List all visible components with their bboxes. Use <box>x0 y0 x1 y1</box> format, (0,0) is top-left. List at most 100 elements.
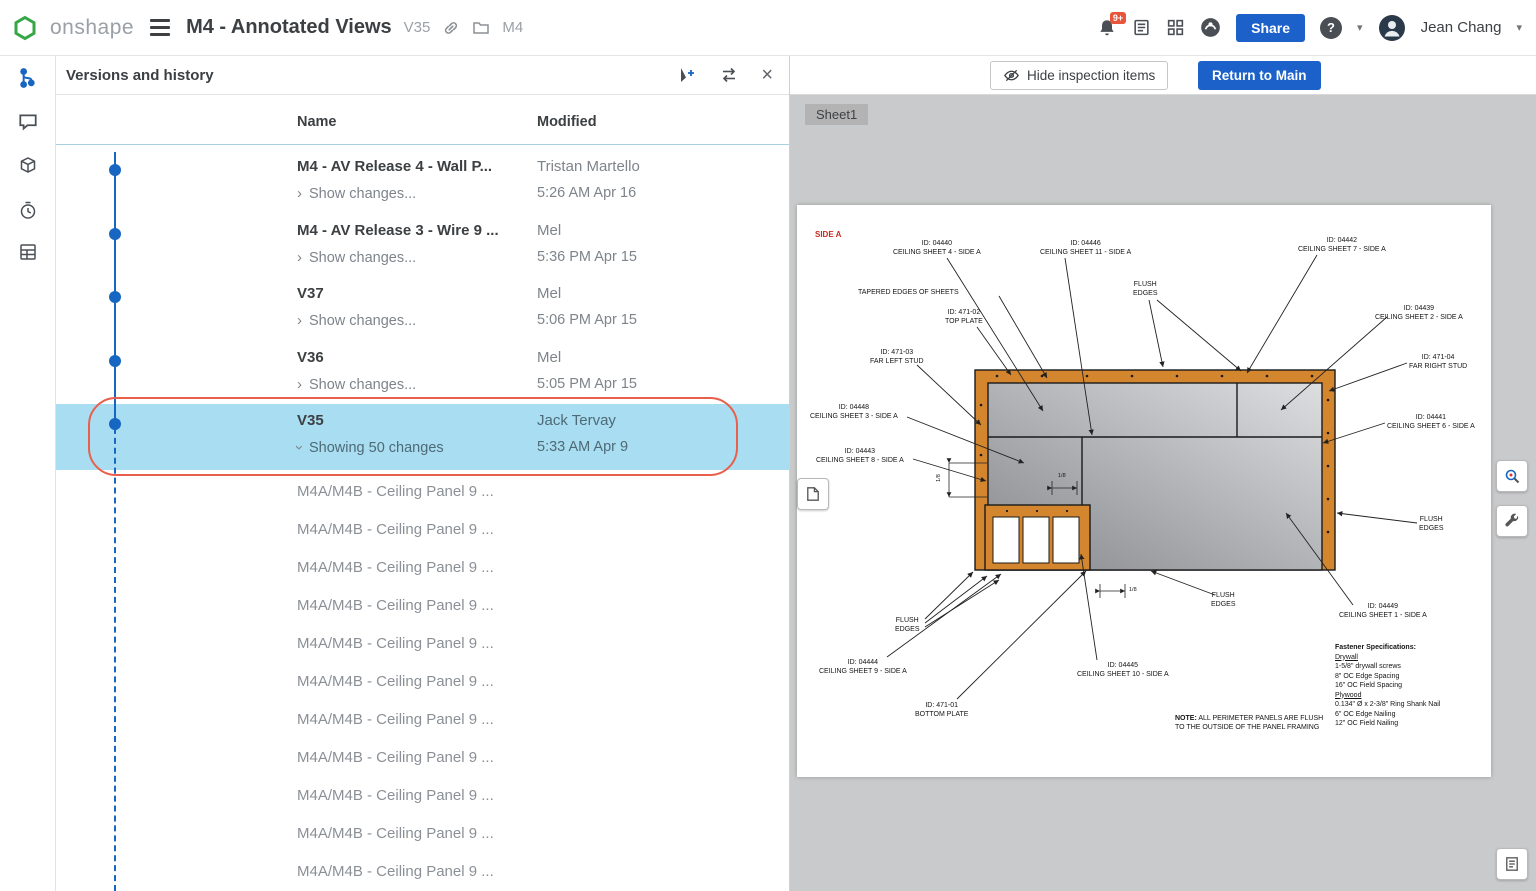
help-caret-icon[interactable]: ▾ <box>1357 21 1363 34</box>
release-notes-icon[interactable] <box>1132 18 1151 37</box>
timeline-line-dashed <box>114 418 116 891</box>
sheet-flip-button[interactable] <box>797 478 829 510</box>
folder-icon[interactable] <box>472 20 490 36</box>
close-panel-icon[interactable]: × <box>761 65 773 85</box>
column-header-divider <box>56 144 789 145</box>
callout-flush-edges-center: FLUSHEDGES <box>1211 592 1236 609</box>
sheet-settings-button[interactable] <box>1496 848 1528 880</box>
wrench-icon <box>1503 512 1521 530</box>
show-changes-link[interactable]: ›Show changes... <box>297 249 416 266</box>
avatar[interactable] <box>1378 14 1406 42</box>
version-name: V35 <box>297 412 324 429</box>
compare-versions-icon[interactable] <box>719 65 739 85</box>
callout-04441: ID: 04441CEILING SHEET 6 - SIDE A <box>1387 414 1475 431</box>
callout-04439: ID: 04439CEILING SHEET 2 - SIDE A <box>1375 305 1463 322</box>
change-row[interactable]: M4A/M4B - Ceiling Panel 9 ... <box>56 853 789 891</box>
callout-flush-edges-right: FLUSHEDGES <box>1419 516 1444 533</box>
version-time: 5:05 PM Apr 15 <box>537 376 637 392</box>
inspect-tool-icon <box>1503 467 1521 485</box>
folder-label[interactable]: M4 <box>502 19 523 36</box>
user-caret-icon[interactable]: ▾ <box>1516 21 1522 34</box>
change-row[interactable]: M4A/M4B - Ceiling Panel 9 ... <box>56 701 789 739</box>
show-changes-link[interactable]: ›Show changes... <box>297 185 416 202</box>
page-icon <box>1503 855 1521 873</box>
show-changes-link[interactable]: ›Show changes... <box>297 312 416 329</box>
change-row[interactable]: M4A/M4B - Ceiling Panel 9 ... <box>56 663 789 701</box>
tools-button[interactable] <box>1496 505 1528 537</box>
change-row[interactable]: M4A/M4B - Ceiling Panel 9 ... <box>56 777 789 815</box>
user-name[interactable]: Jean Chang <box>1421 19 1502 36</box>
version-row[interactable]: M4 - AV Release 3 - Wire 9 ... Mel ›Show… <box>56 214 789 278</box>
versions-panel-icon[interactable] <box>8 58 48 98</box>
callout-471-02: ID: 471-02TOP PLATE <box>945 309 983 326</box>
drawing-pane: Hide inspection items Return to Main She… <box>790 56 1536 891</box>
onshape-logo-icon[interactable] <box>12 15 38 41</box>
change-row[interactable]: M4A/M4B - Ceiling Panel 9 ... <box>56 549 789 587</box>
community-icon[interactable] <box>1200 17 1221 38</box>
change-row[interactable]: M4A/M4B - Ceiling Panel 9 ... <box>56 625 789 663</box>
version-author: Mel <box>537 285 561 302</box>
callout-04445: ID: 04445CEILING SHEET 10 - SIDE A <box>1077 662 1169 679</box>
version-name: M4 - AV Release 3 - Wire 9 ... <box>297 222 499 239</box>
drawing-canvas[interactable]: Sheet1 <box>790 95 1536 891</box>
version-row-selected[interactable]: V35 Jack Tervay ›Showing 50 changes 5:33… <box>56 404 789 470</box>
version-time: 5:06 PM Apr 15 <box>537 312 637 328</box>
chevron-right-icon: › <box>297 249 302 266</box>
history-clock-icon[interactable] <box>8 190 48 230</box>
callout-471-01: ID: 471-01BOTTOM PLATE <box>915 702 968 719</box>
versions-panel-header: Versions and history × <box>56 56 789 95</box>
create-version-icon[interactable] <box>677 65 697 85</box>
onshape-app: { "colors": { "accent_blue": "#1b61c9", … <box>0 0 1536 891</box>
timeline-line-solid <box>114 152 116 418</box>
show-changes-link[interactable]: ›Show changes... <box>297 376 416 393</box>
side-a-label: SIDE A <box>815 230 841 239</box>
parts-icon[interactable] <box>8 146 48 186</box>
change-row[interactable]: M4A/M4B - Ceiling Panel 9 ... <box>56 815 789 853</box>
app-store-icon[interactable] <box>1166 18 1185 37</box>
showing-changes-link[interactable]: ›Showing 50 changes <box>297 439 444 456</box>
sheet-tab[interactable]: Sheet1 <box>805 104 868 125</box>
versions-panel: Versions and history × Name Modified M4 … <box>56 56 790 891</box>
version-time: 5:36 PM Apr 15 <box>537 249 637 265</box>
change-row[interactable]: M4A/M4B - Ceiling Panel 9 ... <box>56 473 789 511</box>
comments-icon[interactable] <box>8 102 48 142</box>
version-name: V36 <box>297 349 324 366</box>
version-time: 5:33 AM Apr 9 <box>537 439 628 455</box>
change-row[interactable]: M4A/M4B - Ceiling Panel 9 ... <box>56 511 789 549</box>
version-name: M4 - AV Release 4 - Wall P... <box>297 158 492 175</box>
chevron-down-icon: › <box>291 445 308 450</box>
hide-inspection-button[interactable]: Hide inspection items <box>990 61 1168 90</box>
document-version-label: V35 <box>404 19 431 36</box>
chevron-right-icon: › <box>297 376 302 393</box>
app-header: onshape M4 - Annotated Views V35 M4 9+ S… <box>0 0 1536 56</box>
share-button[interactable]: Share <box>1236 14 1305 42</box>
panel-title: Versions and history <box>56 67 214 84</box>
inspect-tool-button[interactable] <box>1496 460 1528 492</box>
callout-flush-edges-left: FLUSHEDGES <box>895 617 920 634</box>
menu-icon[interactable] <box>146 15 174 40</box>
fastener-specifications: Fastener Specifications: Drywall 1-5/8" … <box>1335 643 1440 729</box>
return-to-main-button[interactable]: Return to Main <box>1198 61 1321 90</box>
timeline-dot <box>109 418 121 430</box>
callout-flush-edges-top: FLUSHEDGES <box>1133 281 1158 298</box>
version-row[interactable]: V36 Mel ›Show changes... 5:05 PM Apr 15 <box>56 341 789 405</box>
link-icon[interactable] <box>442 19 460 37</box>
callout-04448: ID: 04448CEILING SHEET 3 - SIDE A <box>810 404 898 421</box>
callout-04444: ID: 04444CEILING SHEET 9 - SIDE A <box>819 659 907 676</box>
callout-04442: ID: 04442CEILING SHEET 7 - SIDE A <box>1298 237 1386 254</box>
version-author: Mel <box>537 349 561 366</box>
dimension-value: 1/8 <box>1058 473 1066 479</box>
change-row[interactable]: M4A/M4B - Ceiling Panel 9 ... <box>56 587 789 625</box>
notifications-bell-icon[interactable]: 9+ <box>1097 18 1117 38</box>
notifications-badge: 9+ <box>1110 12 1126 24</box>
bom-table-icon[interactable] <box>8 232 48 272</box>
document-title: M4 - Annotated Views <box>186 16 392 39</box>
callout-tapered-edges: TAPERED EDGES OF SHEETS <box>858 289 959 298</box>
drawing-toolbar: Hide inspection items Return to Main <box>790 56 1536 95</box>
version-row[interactable]: V37 Mel ›Show changes... 5:06 PM Apr 15 <box>56 277 789 341</box>
version-row[interactable]: M4 - AV Release 4 - Wall P... Tristan Ma… <box>56 150 789 214</box>
help-icon[interactable]: ? <box>1320 17 1342 39</box>
drawing-note: NOTE: ALL PERIMETER PANELS ARE FLUSH TO … <box>1175 714 1327 732</box>
change-row[interactable]: M4A/M4B - Ceiling Panel 9 ... <box>56 739 789 777</box>
column-header-modified: Modified <box>537 114 597 130</box>
